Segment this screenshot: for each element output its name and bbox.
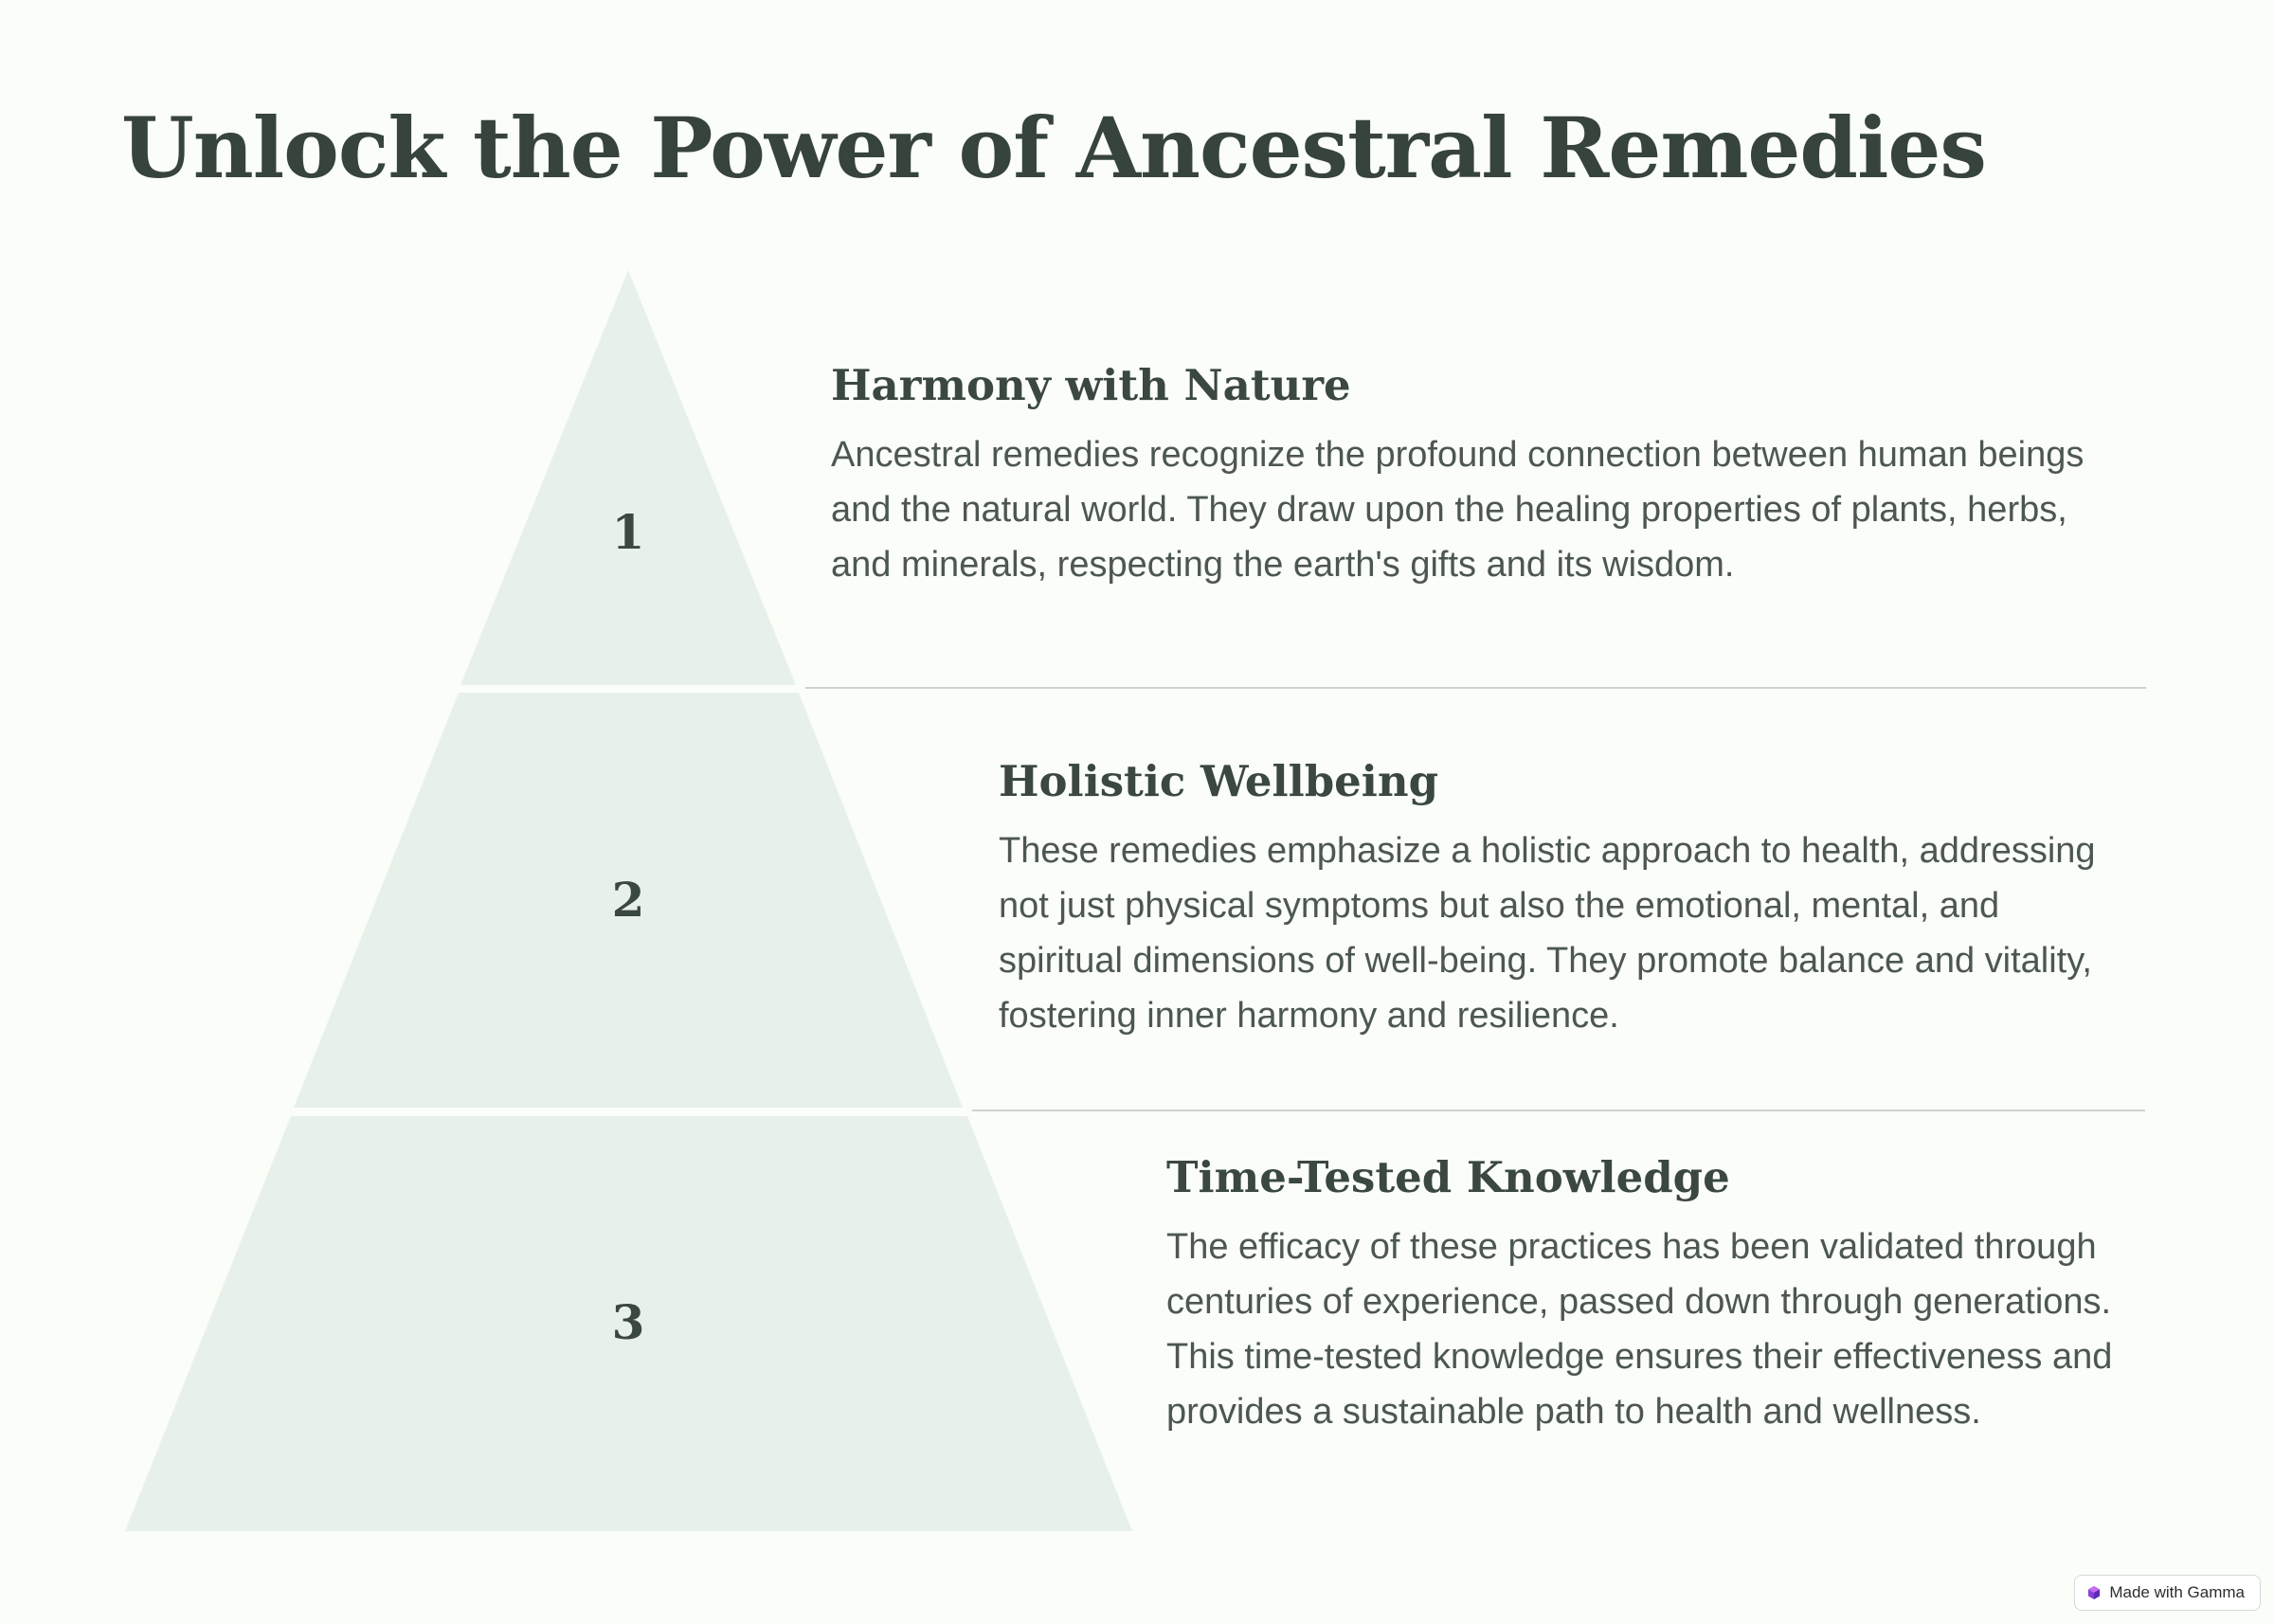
tier-1-content: Harmony with Nature Ancestral remedies r… [831,357,2129,592]
pyramid-tier-1-shape [460,270,796,685]
tier-3-content: Time-Tested Knowledge The efficacy of th… [1166,1149,2142,1439]
tier-2-heading: Holistic Wellbeing [999,756,1439,806]
tier-1-body: Ancestral remedies recognize the profoun… [831,435,2084,585]
tier-3-number: 3 [611,1294,645,1350]
tier-divider-1 [805,687,2146,689]
tier-2-number: 2 [611,872,645,928]
tier-divider-2 [972,1110,2145,1111]
tier-1-heading: Harmony with Nature [831,360,1351,410]
tier-2-content: Holistic Wellbeing These remedies emphas… [999,753,2126,1043]
tier-2-body: These remedies emphasize a holistic appr… [999,831,2096,1036]
gamma-logo-icon [2088,1586,2101,1599]
tier-3-body: The efficacy of these practices has been… [1166,1227,2113,1432]
tier-1-number: 1 [611,504,645,560]
made-with-gamma-label: Made with Gamma [2109,1583,2245,1601]
made-with-gamma-badge[interactable]: Made with Gamma [2074,1575,2261,1611]
tier-3-heading: Time-Tested Knowledge [1166,1152,1730,1202]
